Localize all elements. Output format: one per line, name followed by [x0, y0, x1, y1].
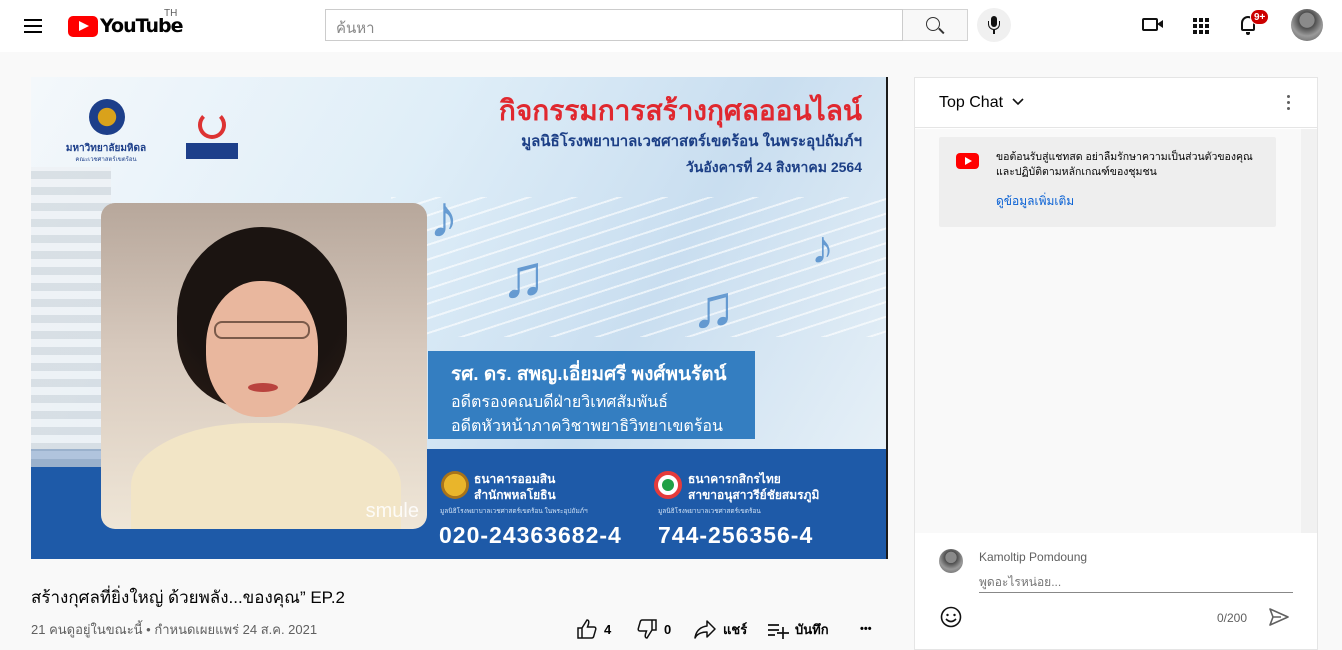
menu-icon[interactable] — [16, 12, 48, 40]
emoji-icon[interactable] — [939, 605, 963, 629]
youtube-icon — [956, 153, 979, 169]
video-player[interactable]: ♪ ♫ ♫ ♪ มหาวิทยาลัยมหิดล คณะเวชศาสตร์เขต… — [31, 77, 888, 559]
search-input[interactable]: ค้นหา — [325, 9, 903, 41]
chat-messages: ขอต้อนรับสู่แชทสด อย่าลืมรักษาความเป็นส่… — [915, 129, 1301, 533]
share-icon — [694, 620, 716, 639]
apps-grid-icon[interactable] — [1188, 12, 1214, 38]
frame-date: วันอังคารที่ 24 สิงหาคม 2564 — [685, 159, 862, 175]
chat-welcome-notice: ขอต้อนรับสู่แชทสด อย่าลืมรักษาความเป็นส่… — [939, 137, 1276, 227]
bank1-account-name: มูลนิธิโรงพยาบาลเวชศาสตร์เขตร้อน ในพระอุ… — [440, 508, 588, 515]
save-button[interactable]: บันทึก — [767, 618, 829, 640]
gsb-bank-icon — [441, 471, 469, 499]
bank2-branch: สาขาอนุสาวรีย์ชัยสมรภูมิ — [688, 488, 820, 502]
mahidol-logo — [89, 99, 125, 135]
add-to-playlist-icon — [768, 624, 789, 639]
top-bar: YouTube TH ค้นหา 9+ — [0, 0, 1342, 52]
video-title: สร้างกุศลที่ยิ่งใหญ่ ด้วยพลัง...ของคุณ” … — [31, 588, 346, 607]
learn-more-link[interactable]: ดูข้อมูลเพิ่มเติม — [996, 192, 1074, 211]
music-note-icon: ♫ — [501, 243, 546, 310]
frame-title: กิจกรรมการสร้างกุศลออนไลน์ — [498, 95, 862, 126]
account-avatar[interactable] — [1291, 9, 1323, 41]
chat-input-area: Kamoltip Pomdoung 0/200 — [915, 533, 1317, 649]
user-name: Kamoltip Pomdoung — [979, 550, 1088, 564]
save-label: บันทึก — [795, 621, 829, 637]
search-button[interactable] — [903, 9, 968, 41]
notice-text: ขอต้อนรับสู่แชทสด อย่าลืมรักษาความเป็นส่… — [996, 151, 1253, 178]
bank2-account-name: มูลนิธิโรงพยาบาลเวชศาสตร์เขตร้อน — [658, 508, 761, 515]
like-count: 4 — [604, 621, 612, 637]
chat-options-icon[interactable] — [1283, 92, 1293, 114]
video-meta: 21 คนดูอยู่ในขณะนี้ • กำหนดเผยแพร่ 24 ส.… — [31, 622, 318, 637]
share-label: แชร์ — [723, 621, 748, 637]
bank1-account-number: 020-24363682-4 — [439, 522, 622, 548]
smule-watermark: smule — [365, 500, 419, 522]
music-note-icon: ♫ — [691, 273, 736, 340]
youtube-logo[interactable]: YouTube TH — [68, 8, 183, 38]
user-avatar — [939, 549, 963, 573]
speaker-role-2: อดีตหัวหน้าภาควิชาพยาธิวิทยาเขตร้อน — [451, 418, 723, 435]
chat-message-input[interactable] — [979, 571, 1293, 593]
faculty-name: คณะเวชศาสตร์เขตร้อน — [75, 157, 137, 163]
bank2-account-number: 744-256356-4 — [658, 522, 814, 548]
share-button[interactable]: แชร์ — [693, 618, 747, 640]
chevron-down-icon[interactable] — [1011, 95, 1025, 109]
frame-subtitle: มูลนิธิโรงพยาบาลเวชศาสตร์เขตร้อน ในพระอุ… — [521, 133, 862, 150]
live-chat-panel: Top Chat ขอต้อนรับสู่แชทสด อย่าลืมรักษาค… — [914, 77, 1318, 650]
hospital-logo — [186, 101, 238, 161]
chat-mode-selector[interactable]: Top Chat — [939, 94, 1003, 112]
speaker-photo: smule — [101, 203, 427, 529]
send-icon[interactable] — [1267, 605, 1291, 629]
voice-search-button[interactable] — [977, 8, 1011, 42]
dislike-button[interactable]: 0 — [636, 618, 671, 640]
building-graphic — [31, 167, 111, 467]
create-video-icon[interactable] — [1140, 12, 1166, 38]
dislike-count: 0 — [664, 621, 672, 637]
player-edge — [886, 77, 888, 559]
country-code: TH — [164, 8, 178, 19]
like-button[interactable]: 4 — [576, 618, 611, 640]
chat-scrollbar[interactable] — [1301, 129, 1317, 533]
thumbs-down-icon — [637, 619, 657, 639]
kbank-icon — [654, 471, 682, 499]
char-counter: 0/200 — [1217, 611, 1248, 625]
thumbs-up-icon — [577, 619, 597, 639]
more-actions-icon[interactable]: ••• — [860, 618, 872, 640]
speaker-name: รศ. ดร. สพญ.เอี่ยมศรี พงศ์พนรัตน์ — [451, 364, 727, 385]
music-note-icon: ♪ — [811, 221, 834, 273]
youtube-play-icon — [68, 15, 98, 37]
music-note-icon: ♪ — [429, 183, 459, 250]
chat-header: Top Chat — [915, 78, 1317, 128]
notification-badge: 9+ — [1250, 9, 1270, 25]
speaker-role-1: อดีตรองคณบดีฝ่ายวิเทศสัมพันธ์ — [451, 394, 668, 411]
bank1-branch: สำนักพหลโยธิน — [474, 488, 556, 502]
